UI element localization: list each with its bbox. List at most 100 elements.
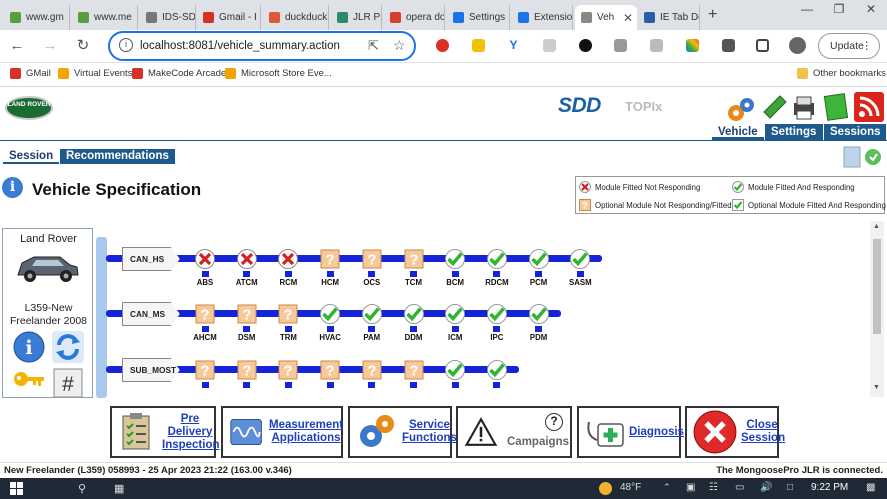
network-label[interactable]: CAN_MS	[122, 302, 180, 326]
extension-y-icon[interactable]: Y	[507, 39, 520, 52]
refresh-icon[interactable]	[51, 330, 85, 364]
update-button[interactable]: Update ⋮	[818, 33, 880, 59]
address-bar[interactable]: i localhost:8081/vehicle_summary.action …	[108, 31, 416, 61]
scroll-thumb[interactable]	[873, 239, 881, 334]
browser-tab[interactable]: duckduck	[263, 5, 329, 30]
module-responding-icon[interactable]	[486, 304, 507, 324]
module-responding-icon[interactable]	[445, 360, 466, 380]
extension-color-icon[interactable]	[686, 39, 699, 52]
module-optional-icon[interactable]: ?	[362, 249, 382, 269]
campaigns-button[interactable]: ? Campaigns	[456, 406, 572, 458]
extensions-puzzle-icon[interactable]	[722, 39, 735, 52]
module-optional-icon[interactable]: ?	[278, 360, 298, 380]
windows-start-icon[interactable]	[10, 482, 24, 496]
key-icon[interactable]	[12, 369, 46, 393]
module-label[interactable]: RDCM	[477, 278, 517, 287]
minimize-icon[interactable]: —	[792, 2, 822, 16]
module-responding-icon[interactable]	[528, 304, 549, 324]
bookmark-star-icon[interactable]: ☆	[393, 37, 406, 54]
content-scrollbar[interactable]: ▲ ▼	[870, 221, 884, 397]
measurement-button[interactable]: Measurement Applications	[221, 406, 343, 458]
module-label[interactable]: SASM	[560, 278, 600, 287]
network-label[interactable]: SUB_MOST	[122, 358, 180, 382]
tray-app-icon[interactable]: ▣	[686, 482, 695, 493]
module-not-responding-icon[interactable]	[195, 249, 215, 269]
module-label[interactable]: DDM	[394, 333, 434, 342]
restore-icon[interactable]: ❐	[824, 2, 854, 16]
module-label[interactable]: ICM	[435, 333, 475, 342]
gears-icon[interactable]	[726, 95, 756, 123]
browser-tab[interactable]: IE Tab Do	[638, 5, 700, 30]
module-label[interactable]: HVAC	[310, 333, 350, 342]
new-tab-button[interactable]: +	[708, 6, 717, 24]
vehicle-connect-icon[interactable]	[838, 145, 884, 171]
extension-ie-icon[interactable]	[650, 39, 663, 52]
extension-grid-icon[interactable]	[614, 39, 627, 52]
vehicle-info-icon[interactable]: i	[13, 331, 45, 363]
profile-avatar[interactable]	[789, 37, 806, 54]
browser-tab[interactable]: IDS-SDD	[140, 5, 196, 30]
module-optional-icon[interactable]: ?	[195, 304, 215, 324]
module-optional-icon[interactable]: ?	[362, 360, 382, 380]
subtab-session[interactable]: Session	[3, 149, 60, 164]
bookmark-item[interactable]: Microsoft Store Eve...	[225, 68, 332, 79]
module-label[interactable]: HCM	[310, 278, 350, 287]
module-optional-icon[interactable]: ?	[195, 360, 215, 380]
network-icon[interactable]: ☷	[709, 482, 718, 493]
side-panel-icon[interactable]	[756, 39, 769, 52]
browser-tab[interactable]: opera do	[384, 5, 445, 30]
site-info-icon[interactable]: i	[119, 38, 133, 52]
module-optional-icon[interactable]: ?	[404, 360, 424, 380]
module-label[interactable]: AHCM	[185, 333, 225, 342]
module-label[interactable]: TCM	[394, 278, 434, 287]
close-tab-icon[interactable]: ✕	[623, 11, 633, 25]
scroll-up-icon[interactable]: ▲	[873, 223, 880, 230]
module-label[interactable]: DSM	[227, 333, 267, 342]
extension-1-icon[interactable]	[579, 39, 592, 52]
close-session-button[interactable]: Close Session	[685, 406, 785, 458]
volume-icon[interactable]: 🔊	[760, 482, 772, 493]
module-label[interactable]: PCM	[519, 278, 559, 287]
reload-icon[interactable]: ↻	[72, 35, 94, 57]
browser-tab[interactable]: Veh ✕	[575, 5, 637, 30]
module-optional-icon[interactable]: ?	[404, 249, 424, 269]
tab-sessions[interactable]: Sessions	[824, 124, 886, 140]
browser-tab[interactable]: Settings	[447, 5, 510, 30]
subtab-recommendations[interactable]: Recommendations	[60, 149, 175, 164]
diagnosis-button[interactable]: Diagnosis	[577, 406, 684, 458]
notifications-icon[interactable]: ▩	[866, 482, 875, 493]
predelivery-button[interactable]: Pre Delivery Inspection	[110, 406, 220, 458]
browser-tab[interactable]: www.me	[72, 5, 138, 30]
module-label[interactable]: RCM	[268, 278, 308, 287]
module-responding-icon[interactable]	[320, 304, 341, 324]
back-icon[interactable]: ←	[6, 35, 28, 57]
more-menu-icon[interactable]: ⋮	[862, 34, 873, 58]
bookmark-item[interactable]: GMail	[10, 68, 51, 79]
module-label[interactable]: BCM	[435, 278, 475, 287]
module-label[interactable]: PDM	[519, 333, 559, 342]
close-window-icon[interactable]: ✕	[856, 2, 886, 16]
notepad-icon[interactable]	[822, 91, 850, 121]
rss-feed-icon[interactable]	[854, 92, 884, 122]
module-optional-icon[interactable]: ?	[237, 360, 257, 380]
hash-grid-icon[interactable]: #	[53, 368, 83, 398]
share-icon[interactable]: ⇱	[368, 38, 379, 54]
task-view-icon[interactable]: ▦	[114, 482, 124, 495]
tab-settings[interactable]: Settings	[765, 124, 823, 140]
module-not-responding-icon[interactable]	[236, 249, 257, 269]
module-optional-icon[interactable]: ?	[278, 304, 298, 324]
extension-k-icon[interactable]	[543, 39, 556, 52]
printer-icon[interactable]	[792, 95, 816, 121]
module-optional-icon[interactable]: ?	[320, 360, 340, 380]
bookmark-item[interactable]: MakeCode Arcade	[132, 68, 226, 79]
forward-icon[interactable]: →	[39, 35, 61, 57]
weather-icon[interactable]	[599, 482, 612, 495]
adblock-icon[interactable]	[436, 39, 449, 52]
module-label[interactable]: PAM	[352, 333, 392, 342]
module-label[interactable]: ATCM	[227, 278, 267, 287]
module-responding-icon[interactable]	[486, 360, 507, 380]
browser-tab[interactable]: JLR Pro J	[331, 5, 382, 30]
module-responding-icon[interactable]	[403, 304, 424, 324]
module-responding-icon[interactable]	[361, 304, 382, 324]
other-bookmarks[interactable]: Other bookmarks	[797, 68, 886, 79]
